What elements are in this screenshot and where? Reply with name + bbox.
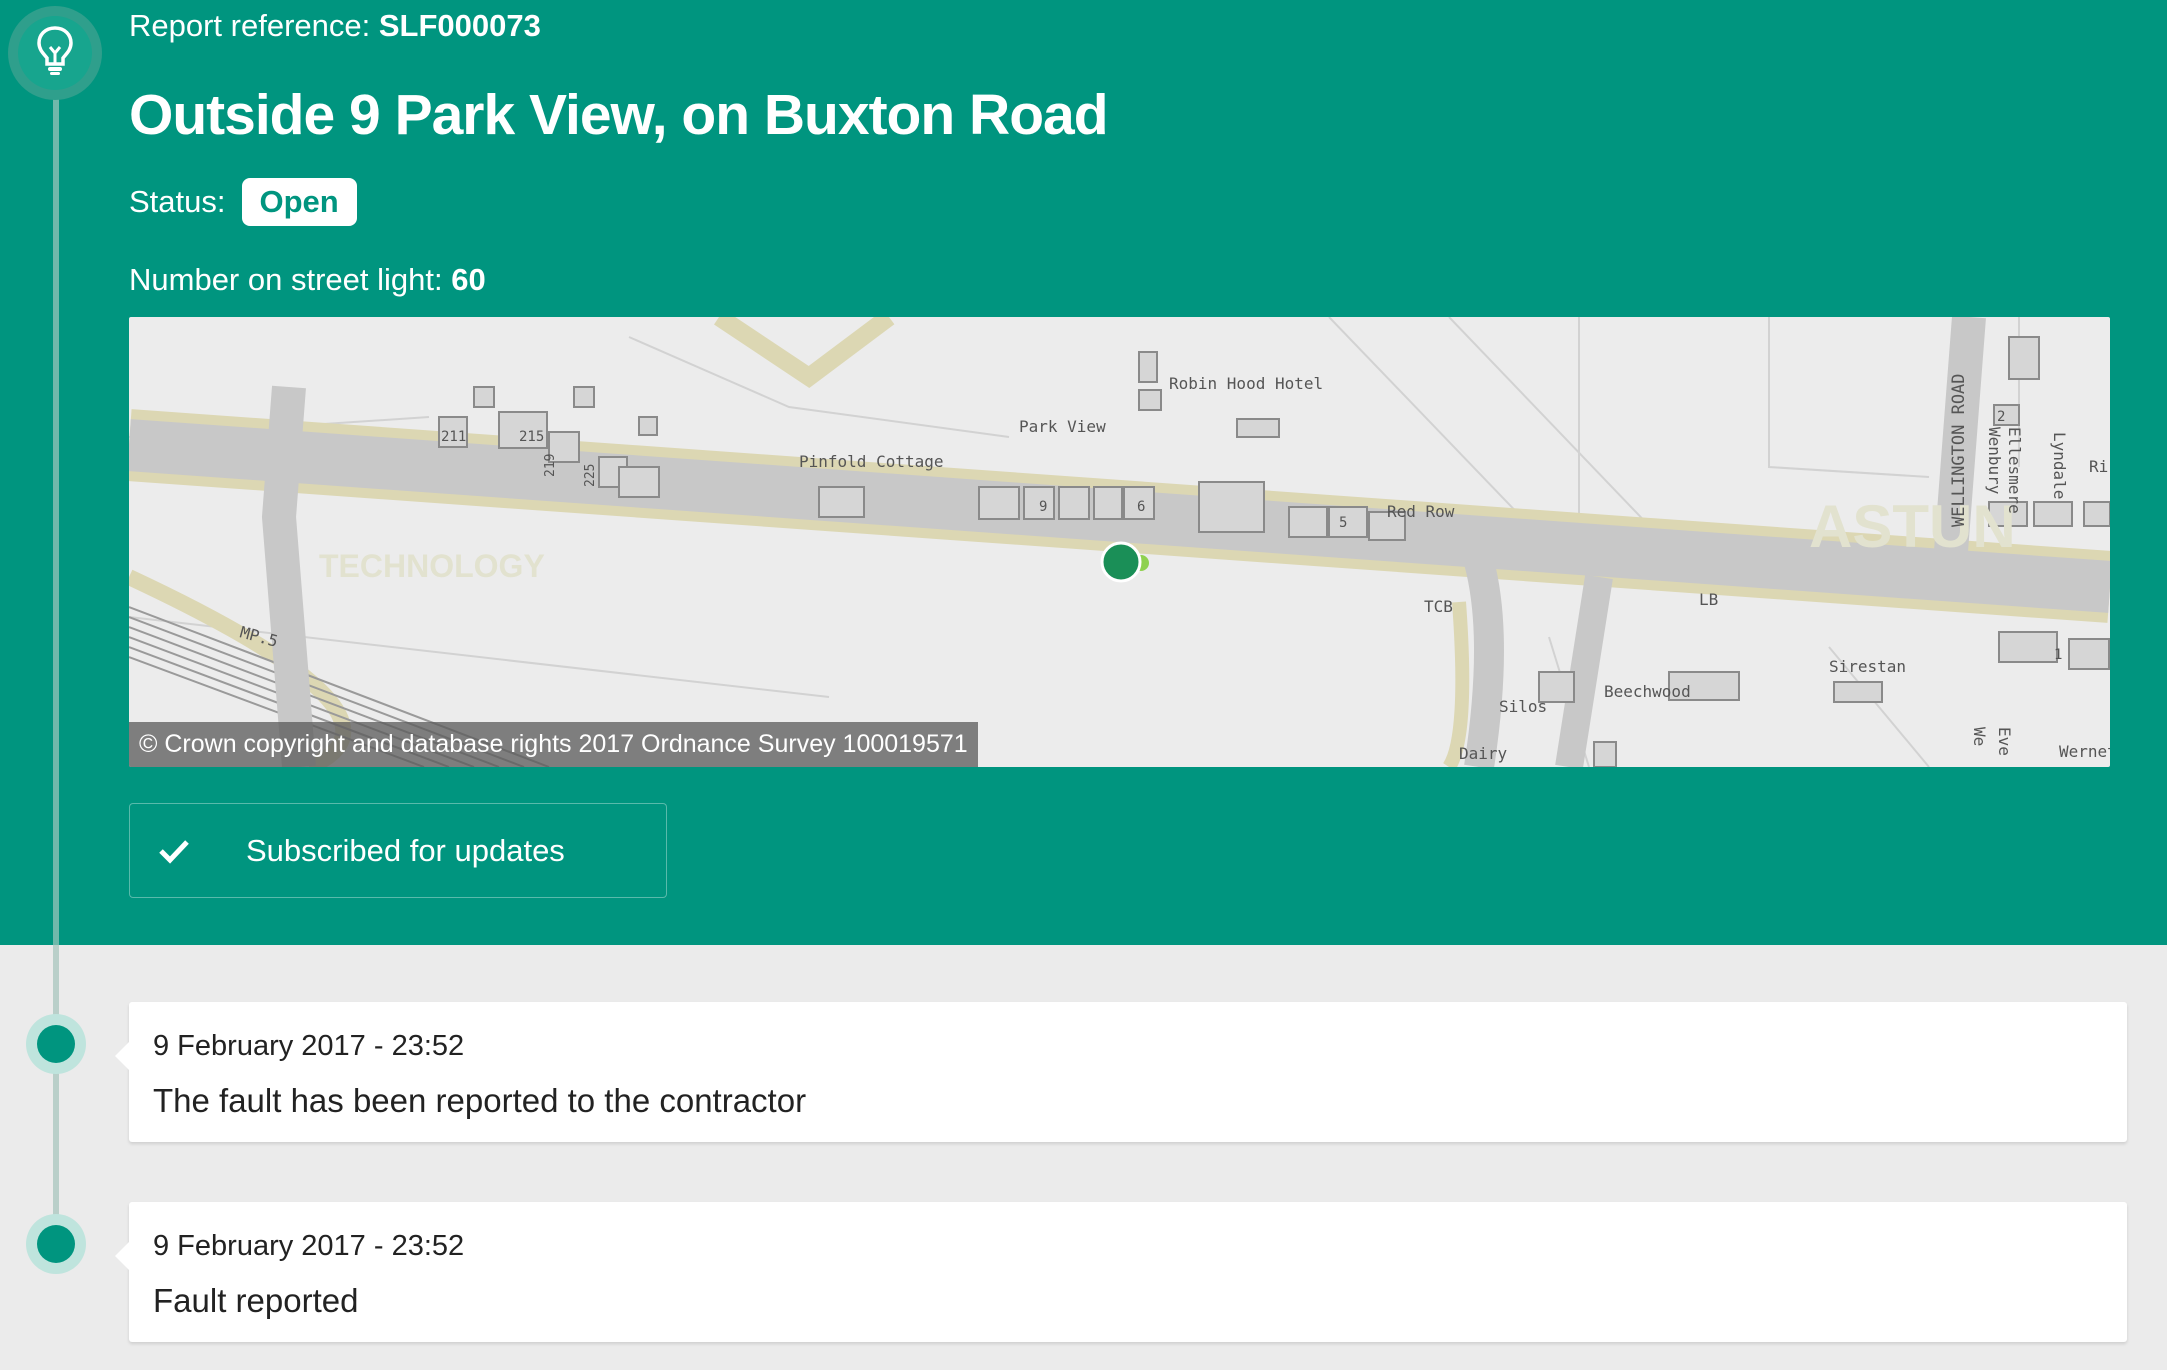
- map-label-ri: Ri: [2089, 457, 2108, 476]
- map-label-lb: LB: [1699, 590, 1718, 609]
- map-canvas: ASTUN TECHNOLOGY Robin Hood Hotel Park V…: [129, 317, 2110, 767]
- map-label-watermark2: TECHNOLOGY: [319, 548, 545, 584]
- timeline-dot: [26, 1014, 86, 1074]
- map-label-silos: Silos: [1499, 697, 1547, 716]
- street-light-number: Number on street light: 60: [129, 262, 486, 298]
- check-icon: [158, 838, 218, 864]
- map-label-robin-hood: Robin Hood Hotel: [1169, 374, 1323, 393]
- map-label-beechwood: Beechwood: [1604, 682, 1691, 701]
- timeline-dot: [26, 1214, 86, 1274]
- report-reference: Report reference: SLF000073: [129, 8, 541, 44]
- page-title: Outside 9 Park View, on Buxton Road: [129, 83, 1109, 147]
- map-label-215: 215: [519, 429, 544, 445]
- street-light-number-label: Number on street light:: [129, 262, 443, 297]
- map-label-red-row: Red Row: [1387, 502, 1455, 521]
- update-message: The fault has been reported to the contr…: [153, 1082, 807, 1119]
- map-copyright: © Crown copyright and database rights 20…: [129, 722, 978, 767]
- status-row: Status: Open: [129, 178, 357, 226]
- location-map[interactable]: ASTUN TECHNOLOGY Robin Hood Hotel Park V…: [129, 317, 2110, 767]
- map-label-we: We: [1970, 727, 1989, 746]
- update-card: 9 February 2017 - 23:52 Fault reported: [115, 1202, 2127, 1342]
- map-label-lyndale: Lyndale: [2050, 432, 2069, 499]
- map-label-225: 225: [583, 464, 598, 487]
- update-card: 9 February 2017 - 23:52 The fault has be…: [115, 1002, 2127, 1142]
- report-header: Report reference: SLF000073 Outside 9 Pa…: [0, 0, 2167, 945]
- timeline-line-lower: [53, 945, 59, 1245]
- update-date: 9 February 2017 - 23:52: [153, 1230, 465, 1262]
- map-label-2: 2: [1997, 409, 2005, 425]
- subscribe-label: Subscribed for updates: [246, 832, 565, 868]
- map-label-wenbury: Wenbury: [1985, 427, 2004, 495]
- map-label-1: 1: [2054, 647, 2062, 663]
- map-label-watermark: ASTUN: [1809, 493, 2016, 560]
- map-label-5: 5: [1339, 515, 1347, 531]
- map-label-ellesmere: Ellesmere: [2005, 427, 2024, 514]
- status-label: Status:: [129, 184, 226, 219]
- map-label-dairy: Dairy: [1459, 744, 1508, 763]
- lightbulb-icon: [35, 25, 75, 82]
- map-label-sirestan: Sirestan: [1829, 657, 1906, 676]
- status-badge: Open: [241, 178, 357, 226]
- map-label-pinfold: Pinfold Cottage: [799, 452, 944, 471]
- map-label-tcb: TCB: [1424, 597, 1453, 616]
- map-label-eve: Eve: [1995, 727, 2014, 756]
- map-label-9: 9: [1039, 499, 1047, 515]
- report-reference-value: SLF000073: [378, 8, 541, 43]
- map-label-6: 6: [1137, 499, 1145, 515]
- timeline-line: [53, 60, 59, 945]
- map-label-219: 219: [543, 454, 558, 477]
- report-reference-label: Report reference:: [129, 8, 371, 43]
- update-date: 9 February 2017 - 23:52: [153, 1030, 465, 1062]
- map-label-211: 211: [441, 429, 466, 445]
- update-message: Fault reported: [153, 1282, 359, 1319]
- report-type-badge: [8, 6, 102, 100]
- map-label-park-view: Park View: [1019, 417, 1106, 436]
- map-label-wernet: Wernet: [2059, 742, 2110, 761]
- street-light-number-value: 60: [451, 262, 486, 297]
- subscribe-button[interactable]: Subscribed for updates: [129, 803, 667, 898]
- map-label-wellington-road: WELLINGTON ROAD: [1949, 373, 1969, 527]
